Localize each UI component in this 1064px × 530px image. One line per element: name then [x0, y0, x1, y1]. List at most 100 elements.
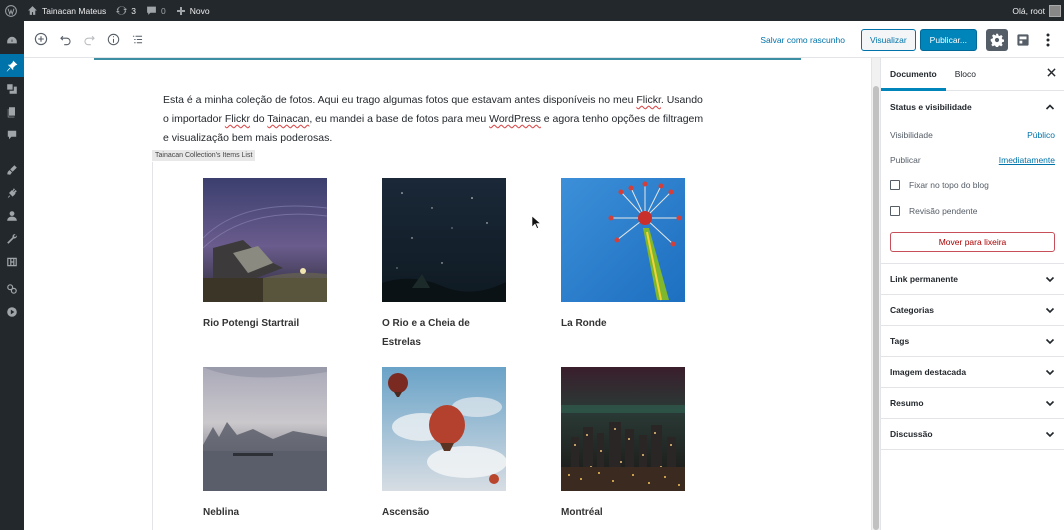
- gallery-item[interactable]: Neblina: [203, 367, 327, 522]
- new-label: Novo: [189, 5, 210, 16]
- save-draft-link[interactable]: Salvar como rascunho: [760, 35, 845, 45]
- close-icon: [1047, 68, 1056, 77]
- publish-label: Publicar: [890, 154, 921, 165]
- chevron-down-icon: [1045, 307, 1055, 314]
- panel-categories[interactable]: Categorias: [881, 295, 1064, 326]
- title-divider: [94, 58, 801, 60]
- undo-icon[interactable]: [53, 27, 77, 51]
- sticky-checkbox[interactable]: [890, 180, 900, 190]
- pages-icon[interactable]: [0, 100, 24, 123]
- visibility-label: Visibilidade: [890, 129, 933, 140]
- panel-title: Link permanente: [890, 274, 959, 284]
- tainacan-square-icon: [1017, 33, 1029, 46]
- visibility-row: Visibilidade Público: [890, 122, 1055, 147]
- more-options-button[interactable]: [1038, 29, 1058, 51]
- tools-icon[interactable]: [0, 227, 24, 250]
- admin-bar: Tainacan Mateus 3 0 Novo Olá, root: [0, 0, 1064, 21]
- comments-link[interactable]: 0: [141, 0, 171, 21]
- panel-title: Tags: [890, 336, 910, 346]
- updates-icon: [116, 6, 128, 15]
- editor-content: Esta é a minha coleção de fotos. Aqui eu…: [24, 58, 871, 530]
- item-thumbnail[interactable]: [382, 178, 506, 302]
- panel-excerpt[interactable]: Resumo: [881, 388, 1064, 419]
- tainacan-plugin-button[interactable]: [1012, 29, 1034, 51]
- item-caption[interactable]: La Ronde: [561, 314, 685, 333]
- item-caption[interactable]: Neblina: [203, 503, 327, 522]
- pending-option[interactable]: Revisão pendente: [890, 198, 1055, 224]
- gallery-item[interactable]: Rio Potengi Startrail: [203, 178, 327, 333]
- my-account-link[interactable]: Olá, root: [1007, 0, 1064, 21]
- content-scrollbar[interactable]: [871, 58, 880, 530]
- users-icon[interactable]: [0, 204, 24, 227]
- intro-text: Esta é a minha coleção de fotos. Aqui eu…: [163, 94, 637, 106]
- site-name: Tainacan Mateus: [42, 5, 107, 16]
- wordpress-logo-icon[interactable]: [0, 0, 22, 21]
- pending-checkbox[interactable]: [890, 206, 900, 216]
- item-thumbnail[interactable]: [561, 367, 685, 491]
- item-thumbnail[interactable]: [203, 367, 327, 491]
- panel-discussion[interactable]: Discussão: [881, 419, 1064, 450]
- comments-menu-icon[interactable]: [0, 123, 24, 146]
- new-content-link[interactable]: Novo: [171, 0, 215, 21]
- panel-tags[interactable]: Tags: [881, 326, 1064, 357]
- settings-menu-icon[interactable]: [0, 250, 24, 273]
- intro-paragraph[interactable]: Esta é a minha coleção de fotos. Aqui eu…: [163, 91, 708, 148]
- media-icon[interactable]: [0, 77, 24, 100]
- publish-button[interactable]: Publicar...: [919, 28, 977, 51]
- dashboard-icon[interactable]: [0, 29, 24, 52]
- publish-date-toggle[interactable]: Imediatamente: [999, 155, 1055, 165]
- panel-title: Resumo: [890, 398, 924, 408]
- appearance-icon[interactable]: [0, 158, 24, 181]
- panel-featured-image[interactable]: Imagem destacada: [881, 357, 1064, 388]
- sticky-label: Fixar no topo do blog: [909, 180, 989, 190]
- panel-status-visibility[interactable]: Status e visibilidade: [881, 91, 1064, 122]
- tainacan-icon[interactable]: [0, 277, 24, 300]
- panel-title: Discussão: [890, 429, 933, 439]
- redo-icon[interactable]: [77, 27, 101, 51]
- chevron-down-icon: [1045, 431, 1055, 438]
- item-caption[interactable]: Montréal: [561, 503, 685, 522]
- plugins-icon[interactable]: [0, 181, 24, 204]
- item-caption[interactable]: O Rio e a Cheia de Estrelas: [382, 314, 506, 352]
- comments-count: 0: [161, 5, 166, 16]
- settings-button[interactable]: [986, 28, 1008, 51]
- collapse-menu-icon[interactable]: [0, 300, 24, 323]
- plus-icon: [176, 6, 185, 15]
- gallery-item[interactable]: La Ronde: [561, 178, 685, 333]
- greeting: Olá, root: [1012, 5, 1045, 16]
- pending-label: Revisão pendente: [909, 206, 978, 216]
- sticky-option[interactable]: Fixar no topo do blog: [890, 172, 1055, 198]
- chevron-down-icon: [1045, 369, 1055, 376]
- tab-block[interactable]: Bloco: [946, 58, 985, 91]
- gallery-item[interactable]: Montréal: [561, 367, 685, 522]
- item-caption[interactable]: Ascensão: [382, 503, 506, 522]
- scrollbar-thumb[interactable]: [873, 86, 879, 530]
- panel-title: Status e visibilidade: [890, 101, 972, 112]
- posts-pin-icon[interactable]: [0, 54, 24, 77]
- intro-text: , eu mandei a base de fotos para meu: [309, 113, 490, 125]
- site-name-link[interactable]: Tainacan Mateus: [22, 0, 111, 21]
- gallery-item[interactable]: O Rio e a Cheia de Estrelas: [382, 178, 506, 352]
- item-thumbnail[interactable]: [203, 178, 327, 302]
- item-caption[interactable]: Rio Potengi Startrail: [203, 314, 327, 333]
- close-sidebar-button[interactable]: [1047, 68, 1056, 79]
- add-block-icon[interactable]: [29, 27, 53, 51]
- item-thumbnail[interactable]: [382, 367, 506, 491]
- move-to-trash-button[interactable]: Mover para lixeira: [890, 232, 1055, 252]
- item-thumbnail[interactable]: [561, 178, 685, 302]
- chevron-up-icon: [1045, 103, 1055, 110]
- visibility-toggle[interactable]: Público: [1027, 130, 1055, 140]
- intro-link-tainacan: Tainacan: [267, 113, 310, 125]
- info-icon[interactable]: [101, 27, 125, 51]
- block-label: Tainacan Collection's Items List: [152, 150, 256, 161]
- gallery-item[interactable]: Ascensão: [382, 367, 506, 522]
- tab-document[interactable]: Documento: [881, 58, 946, 91]
- block-navigation-icon[interactable]: [125, 27, 149, 51]
- avatar: [1049, 4, 1061, 17]
- panel-permalink[interactable]: Link permanente: [881, 264, 1064, 295]
- updates-link[interactable]: 3: [111, 0, 141, 21]
- intro-text: do: [249, 113, 268, 125]
- intro-link-wordpress: WordPress: [489, 113, 541, 125]
- settings-sidebar: Documento Bloco Status e visibilidade Vi…: [880, 58, 1064, 530]
- preview-button[interactable]: Visualizar: [860, 28, 916, 51]
